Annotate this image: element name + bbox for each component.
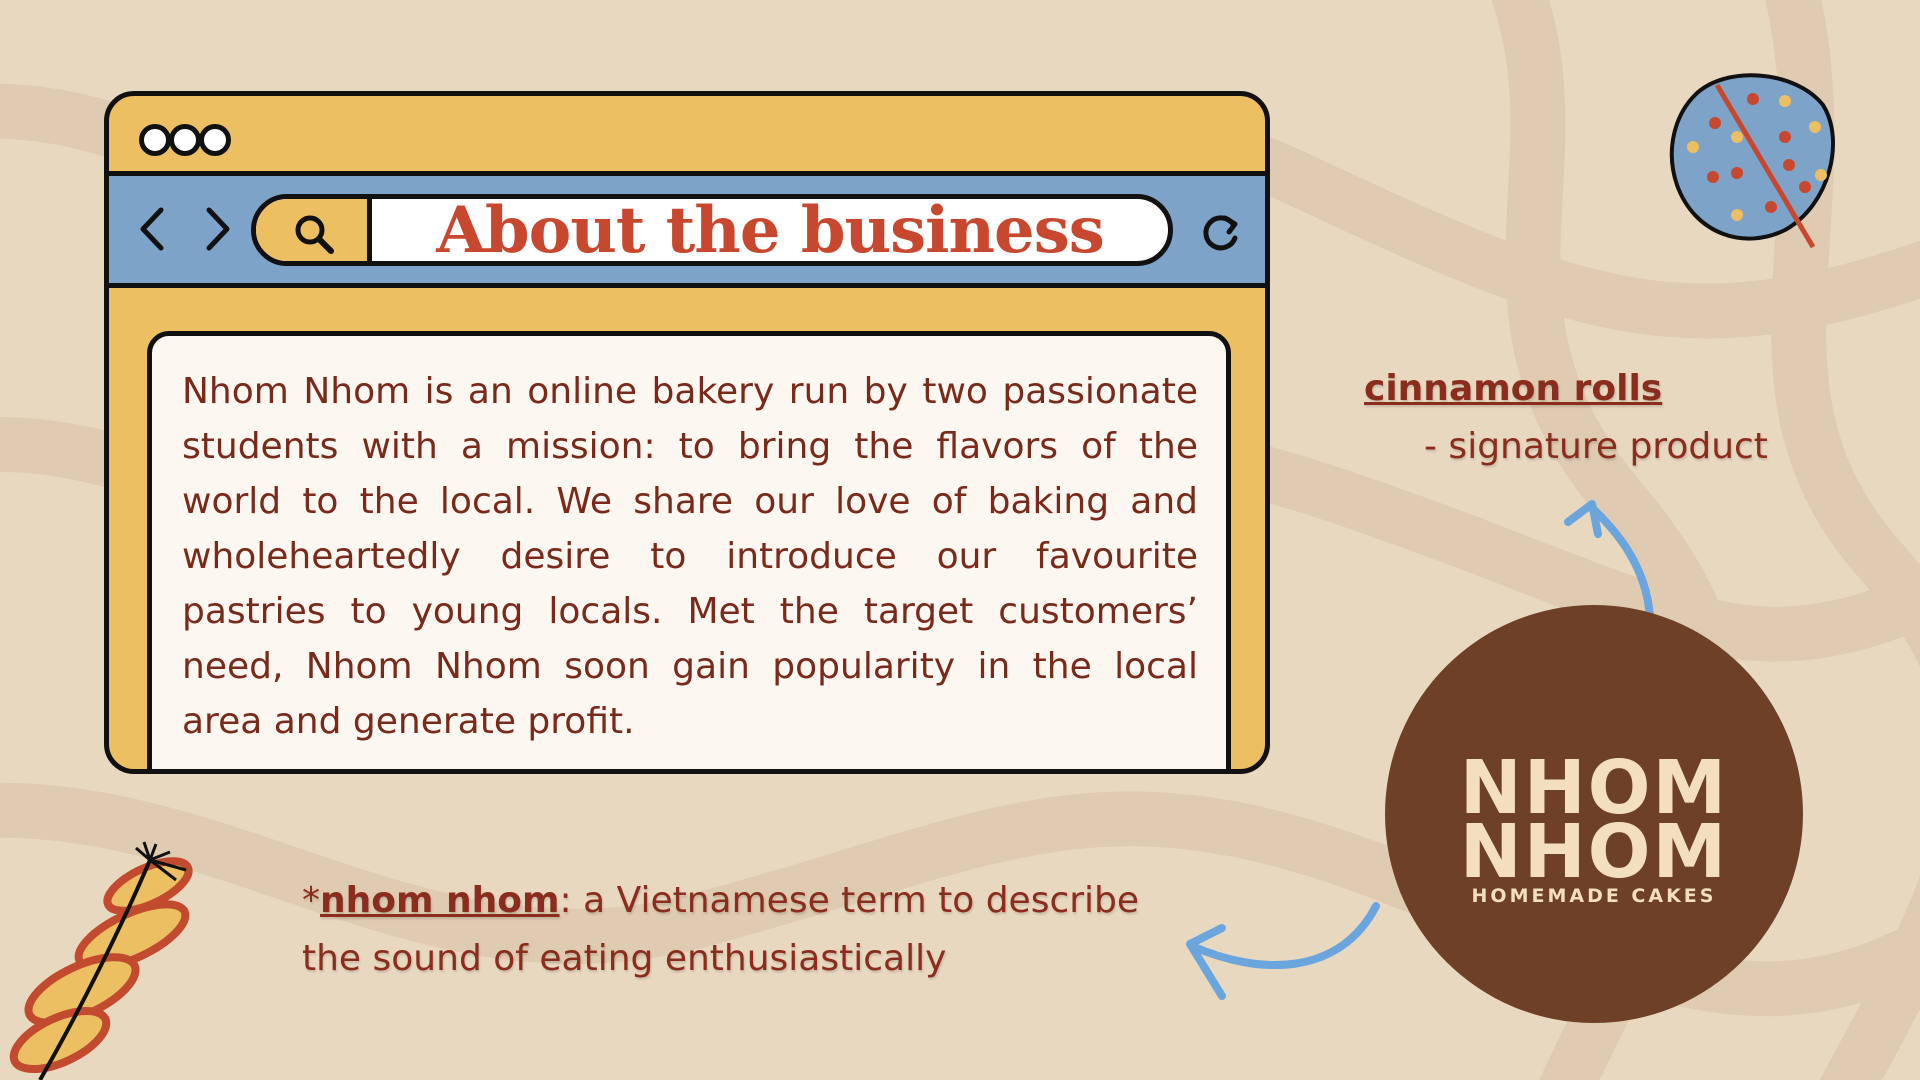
search-icon <box>295 215 334 254</box>
footnote: *nhom nhom: a Vietnamese term to describ… <box>302 872 1202 988</box>
business-description: Nhom Nhom is an online bakery run by two… <box>182 371 1198 742</box>
address-bar[interactable]: About the business <box>251 194 1173 266</box>
window-controls <box>139 124 231 156</box>
window-dot-maximize[interactable] <box>199 124 231 156</box>
footnote-term: nhom nhom <box>320 880 560 921</box>
footnote-asterisk: * <box>302 880 320 921</box>
title-bar <box>109 96 1265 176</box>
decorative-plate-icon <box>1669 73 1835 249</box>
browser-window: About the business Nhom Nhom is an onlin… <box>104 91 1270 774</box>
content-card: Nhom Nhom is an online bakery run by two… <box>147 331 1231 769</box>
signature-product-name: cinnamon rolls <box>1364 368 1663 409</box>
page-title: About the business <box>436 194 1105 266</box>
decorative-plant-icon <box>9 841 193 1080</box>
brand-logo: NHOM NHOM HOMEMADE CAKES <box>1385 605 1803 1023</box>
signature-product-label: - signature product <box>1424 426 1768 467</box>
window-dot-close[interactable] <box>139 124 171 156</box>
reload-icon[interactable] <box>1199 210 1243 254</box>
logo-word-2: NHOM <box>1459 809 1729 895</box>
forward-arrow-icon[interactable] <box>197 204 237 254</box>
navigation-bar: About the business <box>109 176 1265 288</box>
search-button[interactable] <box>256 199 372 261</box>
window-dot-minimize[interactable] <box>169 124 201 156</box>
back-arrow-icon[interactable] <box>133 204 173 254</box>
arrow-to-footnote-icon <box>1186 902 1380 1000</box>
logo-tagline: HOMEMADE CAKES <box>1471 885 1717 907</box>
